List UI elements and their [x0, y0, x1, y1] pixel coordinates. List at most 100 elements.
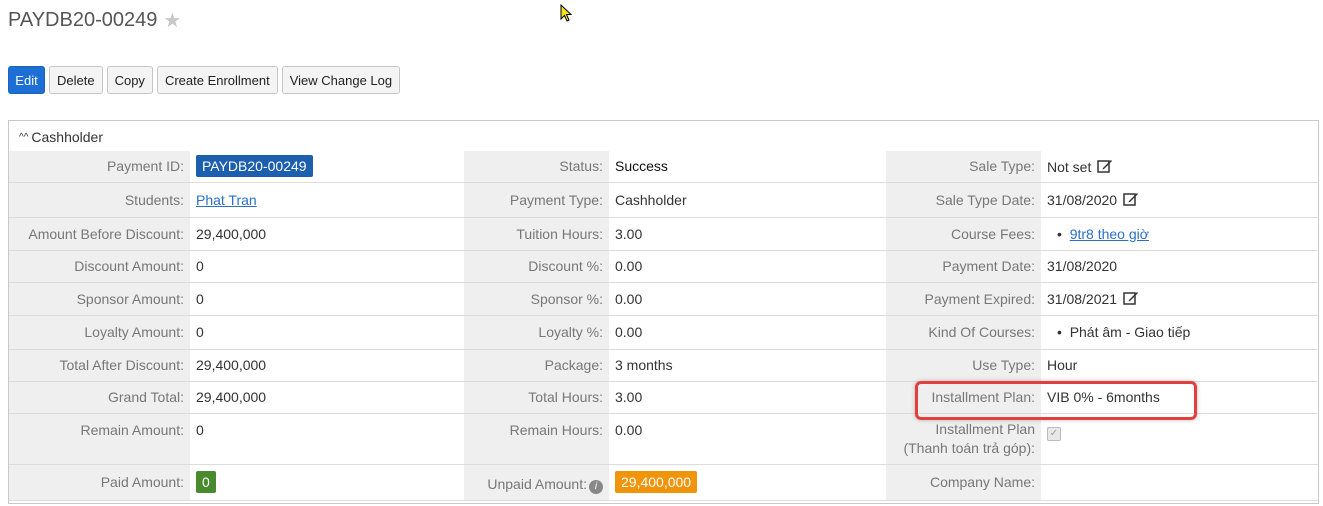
- sale-type-label: Sale Type:: [886, 151, 1041, 183]
- course-fee-link[interactable]: 9tr8 theo giờ: [1070, 226, 1149, 242]
- use-type-label: Use Type:: [886, 349, 1041, 382]
- sale-type-value: Not set: [1047, 158, 1092, 175]
- table-row: Total After Discount: 29,400,000 Package…: [9, 349, 1319, 382]
- table-row: Sponsor Amount: 0 Sponsor %: 0.00 Paymen…: [9, 282, 1319, 316]
- payment-expired-value: 31/08/2021: [1047, 291, 1118, 307]
- sale-type-date-cell: 31/08/2020: [1041, 182, 1319, 218]
- copy-button[interactable]: Copy: [106, 66, 153, 94]
- cashholder-panel: ^^ Cashholder Payment ID: PAYDB20-00249 …: [8, 120, 1319, 504]
- installment-plan-highlight-box: [915, 381, 1197, 420]
- page-title-text: PAYDB20-00249: [8, 9, 158, 31]
- amount-before-discount-label: Amount Before Discount:: [9, 217, 190, 251]
- unpaid-amount-label-text: Unpaid Amount:: [487, 475, 587, 492]
- sponsor-pct-value: 0.00: [609, 282, 886, 316]
- panel-heading: Cashholder: [31, 129, 103, 145]
- student-link[interactable]: Phat Tran: [196, 192, 257, 208]
- grand-total-label: Grand Total:: [9, 381, 190, 414]
- loyalty-pct-value: 0.00: [609, 315, 886, 350]
- package-label: Package:: [464, 349, 609, 382]
- table-row: Loyalty Amount: 0 Loyalty %: 0.00 Kind O…: [9, 315, 1319, 350]
- kind-of-courses-value: • Phát âm - Giao tiếp: [1041, 315, 1319, 350]
- payment-type-label: Payment Type:: [464, 182, 609, 218]
- payment-id-value: PAYDB20-00249: [190, 151, 464, 183]
- paid-amount-badge: 0: [196, 471, 216, 493]
- chevron-up-icon[interactable]: ^^: [19, 132, 28, 143]
- payment-id-badge: PAYDB20-00249: [196, 155, 313, 178]
- total-after-discount-value: 29,400,000: [190, 349, 464, 382]
- installment-plan-check-cell: ✓: [1041, 413, 1319, 465]
- table-row: Paid Amount: 0 Unpaid Amount: i 29,400,00…: [9, 464, 1319, 501]
- sponsor-amount-label: Sponsor Amount:: [9, 282, 190, 316]
- edit-button[interactable]: Edit: [8, 66, 45, 94]
- sale-type-date-value: 31/08/2020: [1047, 192, 1118, 208]
- loyalty-amount-label: Loyalty Amount:: [9, 315, 190, 350]
- course-fees-value: • 9tr8 theo giờ: [1041, 217, 1319, 251]
- unpaid-amount-badge: 29,400,000: [615, 471, 698, 493]
- installment-plan-check-label: Installment Plan (Thanh toán trả góp):: [886, 413, 1041, 465]
- star-icon[interactable]: ★: [163, 8, 181, 33]
- use-type-value: Hour: [1041, 349, 1319, 382]
- table-row: Payment ID: PAYDB20-00249 Status: Succes…: [9, 151, 1319, 183]
- company-name-label: Company Name:: [886, 464, 1041, 501]
- status-label: Status:: [464, 151, 609, 183]
- package-value: 3 months: [609, 349, 886, 382]
- discount-amount-value: 0: [190, 250, 464, 283]
- table-row: Discount Amount: 0 Discount %: 0.00 Paym…: [9, 250, 1319, 283]
- panel-header[interactable]: ^^ Cashholder: [19, 129, 103, 145]
- remain-amount-value: 0: [190, 413, 464, 465]
- kind-of-courses-label: Kind Of Courses:: [886, 315, 1041, 350]
- action-toolbar: Edit Delete Copy Create Enrollment View …: [8, 66, 401, 94]
- discount-amount-label: Discount Amount:: [9, 250, 190, 283]
- loyalty-amount-value: 0: [190, 315, 464, 350]
- remain-hours-value: 0.00: [609, 413, 886, 465]
- tuition-hours-label: Tuition Hours:: [464, 217, 609, 251]
- installment-plan-check-label-line1: Installment Plan: [935, 420, 1035, 437]
- page-title: PAYDB20-00249 ★: [8, 8, 181, 33]
- payment-id-label: Payment ID:: [9, 151, 190, 183]
- sponsor-pct-label: Sponsor %:: [464, 282, 609, 316]
- payment-date-label: Payment Date:: [886, 250, 1041, 283]
- bullet-icon: •: [1057, 225, 1062, 242]
- bullet-icon: •: [1057, 324, 1062, 340]
- students-label: Students:: [9, 182, 190, 218]
- edit-icon[interactable]: [1123, 290, 1139, 306]
- sale-type-cell: Not set: [1041, 151, 1319, 183]
- sale-type-date-label: Sale Type Date:: [886, 182, 1041, 218]
- installment-plan-checkbox[interactable]: ✓: [1047, 426, 1061, 441]
- edit-icon[interactable]: [1123, 191, 1139, 207]
- grand-total-value: 29,400,000: [190, 381, 464, 414]
- total-after-discount-label: Total After Discount:: [9, 349, 190, 382]
- view-change-log-button[interactable]: View Change Log: [281, 66, 401, 94]
- payment-details-table: Payment ID: PAYDB20-00249 Status: Succes…: [9, 151, 1319, 501]
- remain-hours-label: Remain Hours:: [464, 413, 609, 465]
- installment-plan-check-label-line2: (Thanh toán trả góp):: [903, 439, 1035, 456]
- sponsor-amount-value: 0: [190, 282, 464, 316]
- students-value: Phat Tran: [190, 182, 464, 218]
- tuition-hours-value: 3.00: [609, 217, 886, 251]
- edit-icon[interactable]: [1097, 158, 1113, 174]
- paid-amount-value: 0: [190, 464, 464, 501]
- unpaid-amount-value: 29,400,000: [609, 464, 886, 501]
- course-fees-label: Course Fees:: [886, 217, 1041, 251]
- payment-expired-cell: 31/08/2021: [1041, 282, 1319, 316]
- total-hours-value: 3.00: [609, 381, 886, 414]
- paid-amount-label: Paid Amount:: [9, 464, 190, 501]
- total-hours-label: Total Hours:: [464, 381, 609, 414]
- company-name-value: [1041, 464, 1319, 501]
- discount-pct-value: 0.00: [609, 250, 886, 283]
- mouse-cursor-icon: [560, 4, 572, 22]
- info-icon[interactable]: i: [589, 479, 603, 494]
- delete-button[interactable]: Delete: [49, 66, 103, 94]
- payment-date-value: 31/08/2020: [1041, 250, 1319, 283]
- remain-amount-label: Remain Amount:: [9, 413, 190, 465]
- status-value: Success: [609, 151, 886, 183]
- payment-expired-label: Payment Expired:: [886, 282, 1041, 316]
- discount-pct-label: Discount %:: [464, 250, 609, 283]
- create-enrollment-button[interactable]: Create Enrollment: [156, 66, 278, 94]
- table-row: Students: Phat Tran Payment Type: Cashho…: [9, 182, 1319, 218]
- amount-before-discount-value: 29,400,000: [190, 217, 464, 251]
- table-row: Amount Before Discount: 29,400,000 Tuiti…: [9, 217, 1319, 251]
- loyalty-pct-label: Loyalty %:: [464, 315, 609, 350]
- kind-of-course-item: Phát âm - Giao tiếp: [1069, 324, 1191, 340]
- table-row: Remain Amount: 0 Remain Hours: 0.00 Inst…: [9, 413, 1319, 465]
